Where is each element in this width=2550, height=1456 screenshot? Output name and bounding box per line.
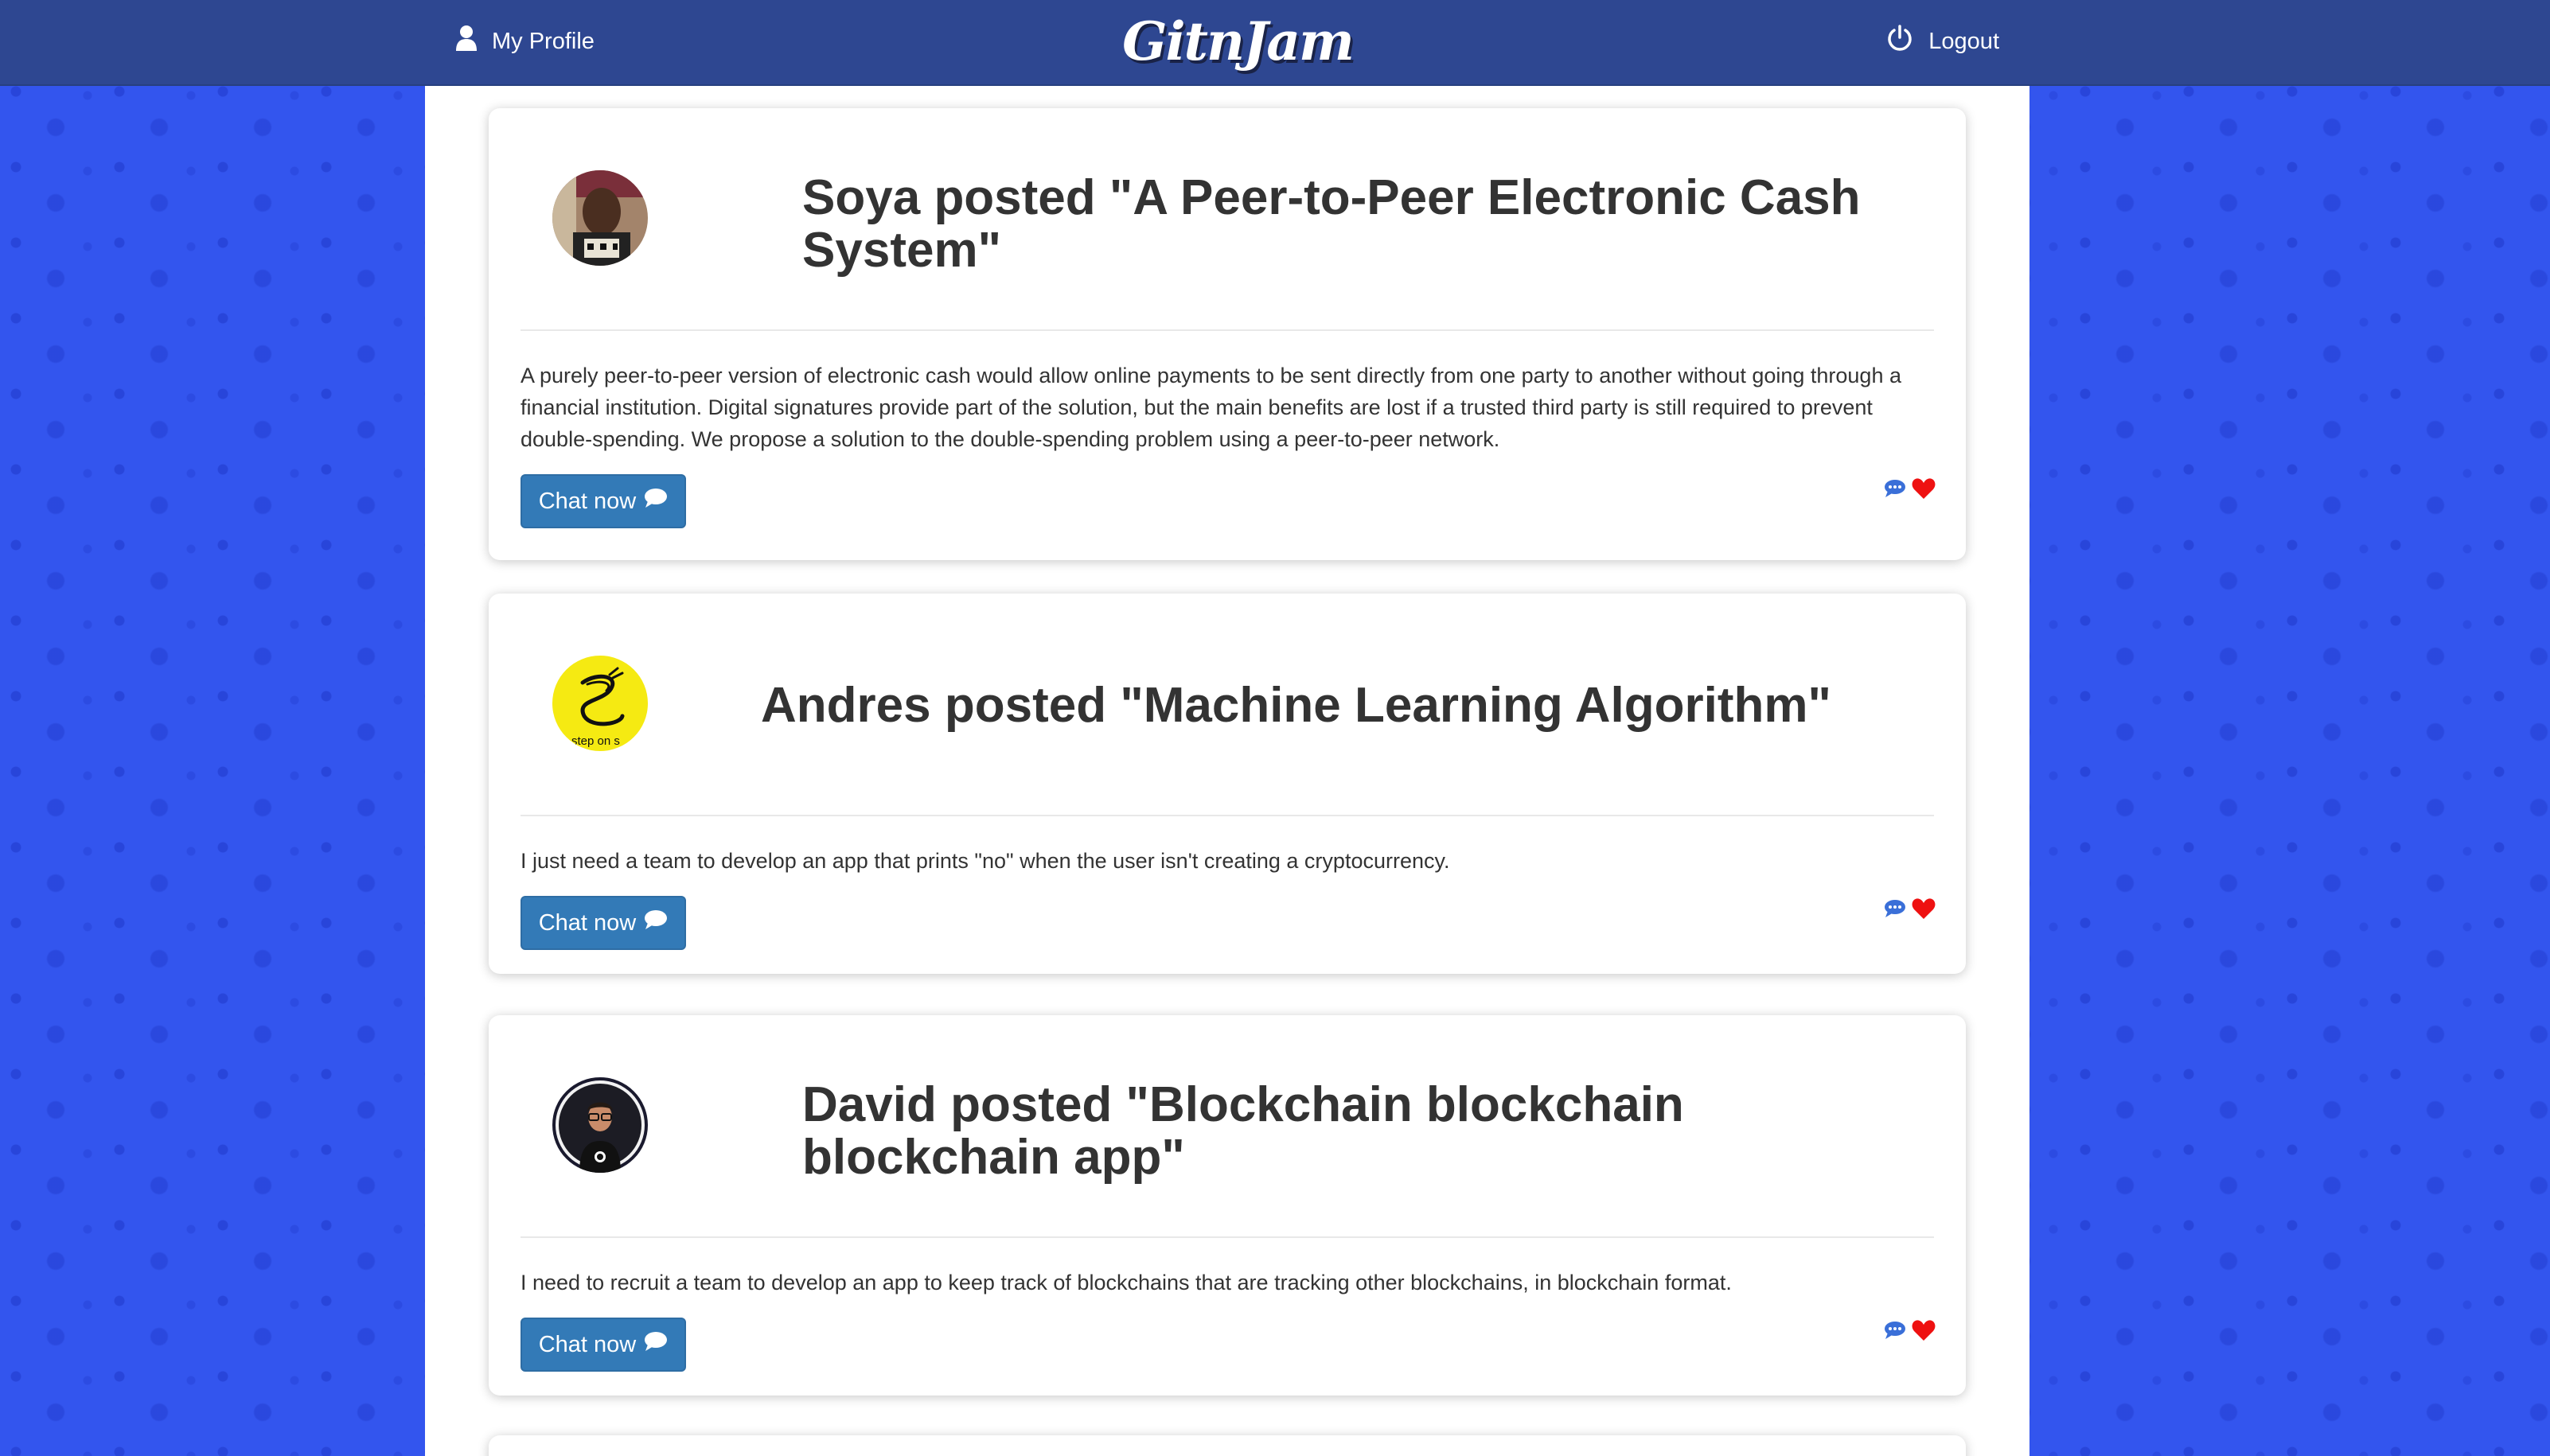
heart-icon[interactable] — [1912, 1319, 1936, 1345]
post-card: step on s Andres posted "Machine Learnin… — [489, 594, 1966, 974]
post-title-text: "Machine Learning Algorithm" — [1120, 678, 1831, 733]
chat-now-label: Chat now — [538, 488, 637, 514]
speech-bubble-icon — [644, 488, 668, 515]
top-navbar: My Profile GitnJam Logout — [0, 0, 2550, 86]
posted-word: posted — [944, 678, 1107, 733]
post-title: Andres posted "Machine Learning Algorith… — [761, 679, 1939, 732]
post-author[interactable]: David — [802, 1077, 937, 1132]
post-card: David posted "Blockchain blockchain bloc… — [489, 1015, 1966, 1396]
post-body: I just need a team to develop an app tha… — [521, 849, 1450, 873]
post-card-partial — [489, 1435, 1966, 1456]
posted-word: posted — [950, 1077, 1113, 1132]
speech-bubble-icon — [644, 1331, 668, 1358]
post-author[interactable]: Andres — [761, 678, 931, 733]
post-actions — [1883, 897, 1936, 924]
avatar-caption: step on s — [571, 734, 620, 748]
chat-now-button[interactable]: Chat now — [521, 474, 686, 528]
heart-icon[interactable] — [1912, 897, 1936, 924]
post-actions — [1883, 477, 1936, 504]
post-card: Soya posted "A Peer-to-Peer Electronic C… — [489, 108, 1966, 560]
power-icon — [1885, 24, 1914, 59]
chat-now-button[interactable]: Chat now — [521, 896, 686, 950]
post-actions — [1883, 1319, 1936, 1345]
divider — [521, 329, 1934, 331]
brand-logo[interactable]: GitnJam — [1122, 3, 1355, 80]
my-profile-link[interactable]: My Profile — [455, 21, 595, 62]
avatar[interactable] — [552, 1077, 648, 1173]
divider — [521, 815, 1934, 816]
post-author[interactable]: Soya — [802, 170, 920, 225]
comment-icon[interactable] — [1883, 1320, 1907, 1345]
posted-word: posted — [934, 170, 1096, 225]
avatar[interactable]: step on s — [552, 656, 648, 751]
post-body: A purely peer-to-peer version of electro… — [521, 364, 1901, 451]
chat-now-button[interactable]: Chat now — [521, 1318, 686, 1372]
chat-now-label: Chat now — [538, 909, 637, 936]
speech-bubble-icon — [644, 909, 668, 936]
logout-label: Logout — [1928, 28, 1999, 54]
post-title: David posted "Blockchain blockchain bloc… — [802, 1079, 1932, 1184]
logout-link[interactable]: Logout — [1885, 21, 1999, 62]
heart-icon[interactable] — [1912, 477, 1936, 504]
avatar[interactable] — [552, 170, 648, 266]
user-icon — [455, 25, 478, 58]
comment-icon[interactable] — [1883, 898, 1907, 923]
post-title: Soya posted "A Peer-to-Peer Electronic C… — [802, 172, 1916, 277]
feed-column: Soya posted "A Peer-to-Peer Electronic C… — [425, 86, 2029, 1456]
divider — [521, 1236, 1934, 1238]
chat-now-label: Chat now — [538, 1331, 637, 1357]
post-body: I need to recruit a team to develop an a… — [521, 1271, 1732, 1294]
my-profile-label: My Profile — [492, 28, 595, 54]
comment-icon[interactable] — [1883, 478, 1907, 503]
